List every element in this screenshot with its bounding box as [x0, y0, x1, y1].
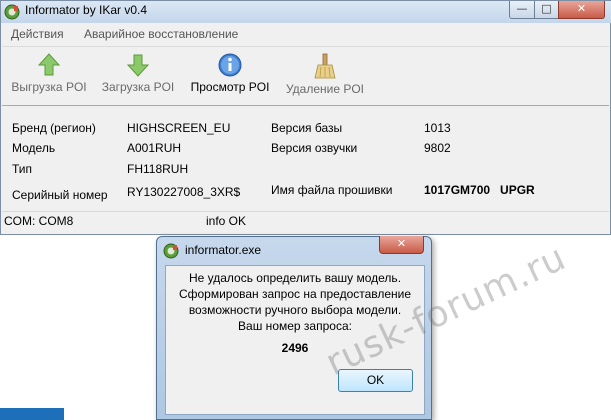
taskbar-fragment: [0, 408, 64, 420]
device-info-panel: Бренд (регион) HIGHSCREEN_EU Модель A001…: [3, 106, 603, 209]
export-poi-button[interactable]: Выгрузка POI: [6, 47, 92, 105]
title-bar[interactable]: Informator by IKar v0.4 — □ ✕: [1, 1, 611, 23]
db-version-value: 1013: [424, 121, 451, 135]
menu-recovery[interactable]: Аварийное восстановление: [84, 27, 238, 41]
type-label: Тип: [12, 162, 33, 176]
status-port: COM: COM8: [4, 214, 74, 228]
type-value: FH118RUH: [127, 162, 189, 176]
serial-label: Серийный номер: [12, 188, 108, 202]
arrow-down-green-icon: [127, 54, 149, 77]
arrow-up-green-icon: [38, 53, 60, 76]
view-poi-label: Просмотр POI: [190, 80, 270, 94]
status-bar: COM: COM8 info OK: [2, 211, 609, 232]
menu-bar: Действия Аварийное восстановление: [2, 23, 609, 47]
close-button[interactable]: ✕: [558, 1, 605, 19]
model-value: A001RUH: [127, 141, 182, 155]
toolbar: Выгрузка POI Загрузка POI Просмотр POI У…: [2, 47, 609, 106]
export-poi-label: Выгрузка POI: [11, 80, 87, 94]
view-poi-button[interactable]: Просмотр POI: [186, 47, 274, 105]
delete-poi-label: Удаление POI: [285, 82, 365, 96]
voice-version-label: Версия озвучки: [271, 141, 358, 155]
minimize-button[interactable]: —: [509, 1, 535, 19]
model-label: Модель: [12, 141, 56, 155]
dialog-message-line: Сформирован запрос на предоставление: [178, 287, 412, 301]
dialog-title: informator.exe: [185, 243, 262, 257]
delete-poi-button[interactable]: Удаление POI: [282, 47, 368, 105]
dialog-close-button[interactable]: ✕: [379, 236, 424, 254]
brand-label: Бренд (регион): [12, 121, 96, 135]
dialog-message-line: Не удалось определить вашу модель.: [188, 271, 402, 285]
app-icon: [4, 4, 20, 20]
firmware-value: 1017GM700 UPGR: [424, 183, 535, 197]
serial-value: RY130227008_3XR$: [127, 185, 241, 199]
maximize-button[interactable]: □: [534, 1, 559, 19]
db-version-label: Версия базы: [271, 121, 343, 135]
import-poi-label: Загрузка POI: [101, 80, 175, 94]
voice-version-value: 9802: [424, 141, 451, 155]
app-icon: [163, 243, 179, 259]
status-info: info OK: [206, 214, 247, 228]
broom-icon: [314, 53, 336, 79]
window-title: Informator by IKar v0.4: [25, 3, 148, 17]
info-blue-icon: [218, 53, 242, 77]
firmware-label: Имя файла прошивки: [271, 183, 393, 197]
import-poi-button[interactable]: Загрузка POI: [96, 47, 180, 105]
brand-value: HIGHSCREEN_EU: [127, 121, 231, 135]
main-window: Informator by IKar v0.4 — □ ✕ Действия А…: [0, 0, 611, 235]
menu-actions[interactable]: Действия: [11, 27, 64, 41]
